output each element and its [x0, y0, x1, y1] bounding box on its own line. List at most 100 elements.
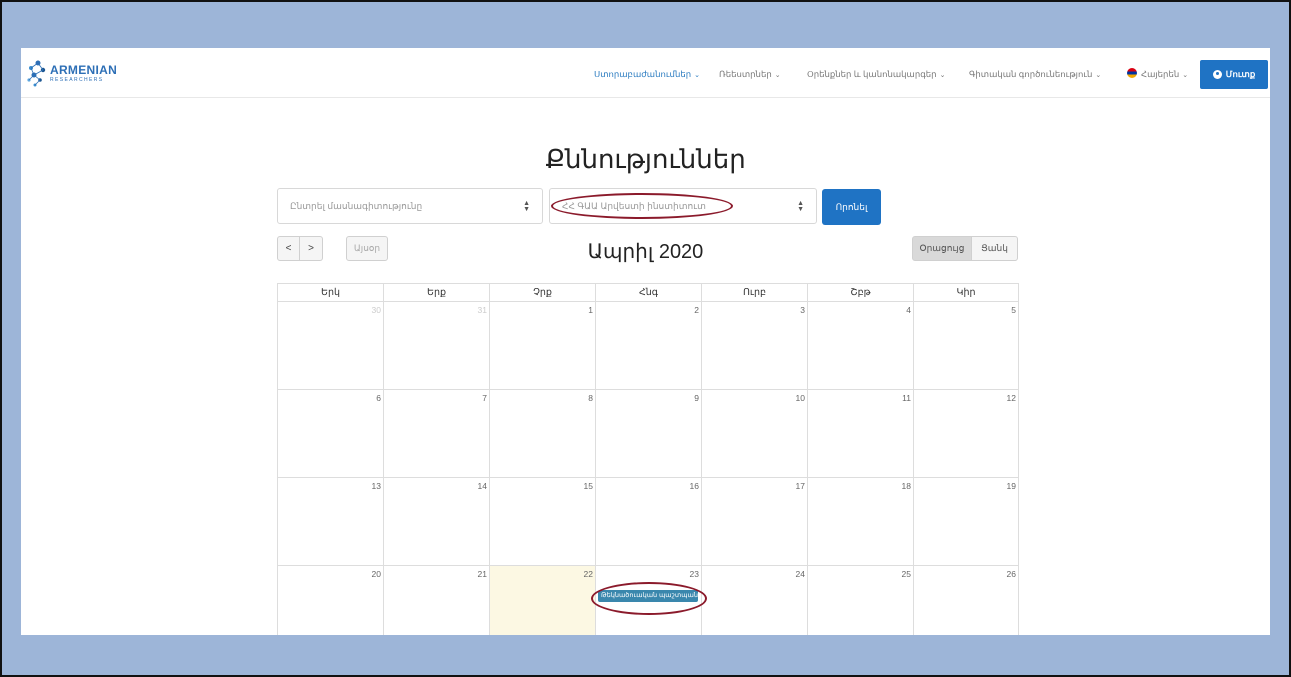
search-filter-button[interactable]: Որոնել: [822, 189, 881, 225]
institution-select[interactable]: ՀՀ ԳԱԱ Արվեստի ինստիտուտ ▲ ▼: [549, 188, 817, 224]
day-number: 9: [694, 393, 699, 403]
view-switcher: Օրացույց Ցանկ: [912, 236, 1018, 261]
calendar-day[interactable]: 9: [596, 390, 702, 477]
calendar-day[interactable]: 14: [384, 478, 490, 565]
calendar-day[interactable]: 21: [384, 566, 490, 635]
calendar-grid: Երկ Երք Չրք Հնգ Ուրբ Շբթ Կիր 30 31 1 2 3…: [277, 283, 1019, 635]
specialty-select[interactable]: Ընտրել մասնագիտությունը ▲ ▼: [277, 188, 543, 224]
calendar-day[interactable]: 1: [490, 302, 596, 389]
site-logo[interactable]: ARMENIAN RESEARCHERS: [26, 58, 136, 90]
month-title: Ապրիլ 2020: [587, 241, 704, 263]
chevron-down-icon: ⌄: [1182, 72, 1189, 79]
day-number: 17: [795, 481, 805, 491]
nav-item-label: Ռեեստրներ: [719, 69, 772, 79]
user-icon: [1212, 70, 1222, 79]
day-number: 1: [588, 305, 593, 315]
calendar-day[interactable]: 7: [384, 390, 490, 477]
day-number: 30: [371, 305, 381, 315]
molecule-logo-icon: [27, 60, 46, 87]
nav-item-laws[interactable]: Օրենքներ և կանոնակարգեր ⌄: [807, 48, 945, 98]
calendar-day[interactable]: 17: [702, 478, 808, 565]
calendar-day[interactable]: 16: [596, 478, 702, 565]
top-navbar: ARMENIAN RESEARCHERS Ստորաբաժանումներ ⌄ Ռ…: [21, 48, 1270, 98]
calendar-day[interactable]: 20: [278, 566, 384, 635]
calendar-day[interactable]: 3: [702, 302, 808, 389]
view-month-button[interactable]: Օրացույց: [912, 236, 972, 261]
day-number: 22: [583, 569, 593, 579]
nav-item-departments[interactable]: Ստորաբաժանումներ ⌄: [594, 48, 700, 98]
logo-main-text: ARMENIAN: [50, 63, 118, 77]
calendar-day[interactable]: 30: [278, 302, 384, 389]
calendar-day[interactable]: 11: [808, 390, 914, 477]
browser-page: ARMENIAN RESEARCHERS Ստորաբաժանումներ ⌄ Ռ…: [21, 48, 1270, 635]
armenia-flag-icon: [1127, 68, 1137, 78]
calendar-day[interactable]: 8: [490, 390, 596, 477]
calendar-day[interactable]: 31: [384, 302, 490, 389]
day-number: 15: [583, 481, 593, 491]
specialty-select-placeholder: Ընտրել մասնագիտությունը: [290, 200, 423, 211]
calendar-day[interactable]: 23 Թեկնածուական պաշտպանություն: [596, 566, 702, 635]
calendar-day-today[interactable]: 22: [490, 566, 596, 635]
chevron-down-icon: ⌄: [939, 72, 946, 79]
day-number: 7: [482, 393, 487, 403]
chevron-down-icon: ⌄: [774, 72, 781, 79]
day-number: 2: [694, 305, 699, 315]
day-number: 16: [689, 481, 699, 491]
calendar-day[interactable]: 4: [808, 302, 914, 389]
weekday-header: Ուրբ: [702, 284, 808, 301]
day-number: 5: [1011, 305, 1016, 315]
day-number: 21: [477, 569, 487, 579]
day-number: 12: [1006, 393, 1016, 403]
calendar-day[interactable]: 19: [914, 478, 1018, 565]
calendar-header: Երկ Երք Չրք Հնգ Ուրբ Շբթ Կիր: [277, 283, 1019, 301]
weekday-header: Երկ: [278, 284, 384, 301]
weekday-header: Շբթ: [808, 284, 914, 301]
day-number: 19: [1006, 481, 1016, 491]
day-number: 24: [795, 569, 805, 579]
page-title: Քննություններ: [545, 144, 746, 174]
chevron-down-icon: ⌄: [1095, 72, 1102, 79]
calendar-week: 30 31 1 2 3 4 5: [277, 301, 1019, 389]
calendar-day[interactable]: 12: [914, 390, 1018, 477]
nav-item-label: Գիտական գործունեություն: [969, 69, 1093, 79]
day-number: 8: [588, 393, 593, 403]
nav-item-registers[interactable]: Ռեեստրներ ⌄: [719, 48, 781, 98]
weekday-header: Չրք: [490, 284, 596, 301]
calendar-day[interactable]: 24: [702, 566, 808, 635]
calendar-week: 13 14 15 16 17 18 19: [277, 477, 1019, 565]
select-arrows-icon: ▲ ▼: [523, 200, 530, 213]
calendar-day[interactable]: 26: [914, 566, 1018, 635]
calendar-day[interactable]: 6: [278, 390, 384, 477]
nav-item-scientific-activity[interactable]: Գիտական գործունեություն ⌄: [969, 48, 1101, 98]
weekday-header: Հնգ: [596, 284, 702, 301]
calendar-day[interactable]: 5: [914, 302, 1018, 389]
day-number: 3: [800, 305, 805, 315]
institution-select-value: ՀՀ ԳԱԱ Արվեստի ինստիտուտ: [562, 200, 706, 211]
day-number: 26: [1006, 569, 1016, 579]
calendar-week: 20 21 22 23 Թեկնածուական պաշտպանություն …: [277, 565, 1019, 635]
login-label: Մուտք: [1225, 69, 1256, 79]
day-number: 18: [901, 481, 911, 491]
day-number: 23: [689, 569, 699, 579]
day-number: 10: [795, 393, 805, 403]
chevron-down-icon: ⌄: [694, 72, 700, 79]
day-number: 4: [906, 305, 911, 315]
login-button[interactable]: Մուտք: [1200, 60, 1268, 89]
calendar-day[interactable]: 15: [490, 478, 596, 565]
weekday-header: Երք: [384, 284, 490, 301]
day-number: 20: [371, 569, 381, 579]
select-arrows-icon: ▲ ▼: [797, 200, 804, 213]
calendar-event[interactable]: Թեկնածուական պաշտպանություն: [598, 590, 698, 602]
language-selector[interactable]: Հայերեն ⌄: [1127, 48, 1188, 98]
calendar-day[interactable]: 13: [278, 478, 384, 565]
day-number: 31: [477, 305, 487, 315]
calendar-day[interactable]: 25: [808, 566, 914, 635]
calendar-day[interactable]: 18: [808, 478, 914, 565]
day-number: 13: [371, 481, 381, 491]
calendar-week: 6 7 8 9 10 11 12: [277, 389, 1019, 477]
calendar-day[interactable]: 10: [702, 390, 808, 477]
view-list-button[interactable]: Ցանկ: [972, 236, 1018, 261]
calendar-day[interactable]: 2: [596, 302, 702, 389]
day-number: 11: [902, 393, 911, 403]
nav-item-label: Օրենքներ և կանոնակարգեր: [807, 69, 937, 79]
